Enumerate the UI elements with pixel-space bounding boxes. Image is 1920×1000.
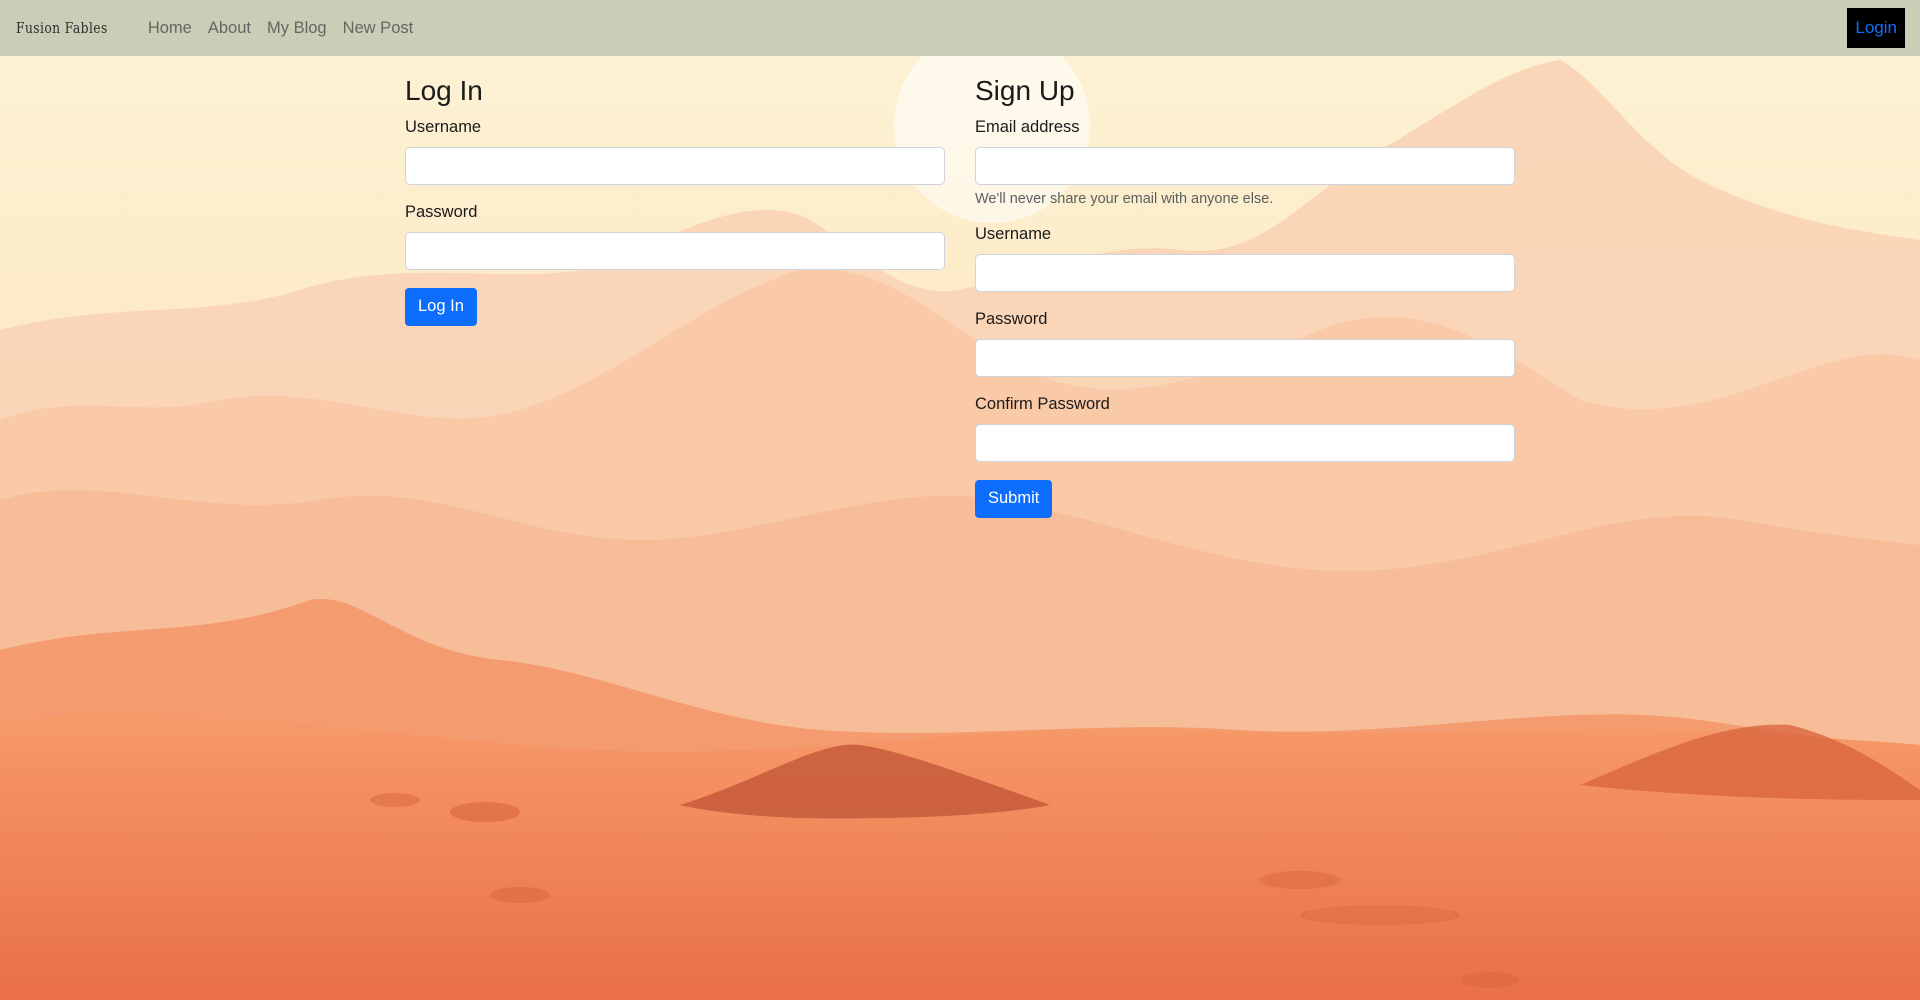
signup-email-help-text: We'll never share your email with anyone… (975, 190, 1274, 207)
signup-password-label: Password (975, 309, 1048, 328)
signup-email-group: Email address We'll never share your ema… (975, 118, 1515, 207)
signup-email-input[interactable] (975, 146, 1515, 185)
signup-password-input[interactable] (975, 338, 1515, 377)
signup-username-label: Username (975, 224, 1052, 243)
nav-link-home[interactable]: Home (148, 19, 192, 38)
signup-confirm-password-group: Confirm Password (975, 395, 1515, 462)
signup-password-group: Password (975, 310, 1515, 377)
login-title: Log In (405, 75, 483, 106)
signup-confirm-password-label: Confirm Password (975, 394, 1110, 413)
main-content: Log In Username Password Log In Sign Up … (0, 56, 1920, 1000)
nav-link-about[interactable]: About (208, 19, 251, 38)
login-username-label: Username (405, 117, 482, 136)
signup-submit-button[interactable]: Submit (975, 479, 1053, 518)
login-password-input[interactable] (405, 231, 945, 270)
brand-logo[interactable]: Fusion Fables (16, 19, 108, 37)
signup-email-label: Email address (975, 117, 1080, 136)
navbar-login-button[interactable]: Login (1847, 8, 1905, 48)
nav-link-new-post[interactable]: New Post (343, 19, 414, 38)
top-navbar: Fusion Fables Home About My Blog New Pos… (0, 0, 1920, 56)
signup-username-group: Username (975, 225, 1515, 292)
login-submit-button[interactable]: Log In (405, 287, 477, 326)
signup-form: Sign Up Email address We'll never share … (975, 74, 1515, 518)
signup-confirm-password-input[interactable] (975, 423, 1515, 462)
signup-title: Sign Up (975, 75, 1075, 106)
login-form: Log In Username Password Log In (405, 74, 945, 326)
login-username-input[interactable] (405, 146, 945, 185)
login-username-group: Username (405, 118, 945, 185)
nav-link-my-blog[interactable]: My Blog (267, 19, 327, 38)
login-password-label: Password (405, 202, 478, 221)
signup-username-input[interactable] (975, 253, 1515, 292)
login-password-group: Password (405, 203, 945, 270)
